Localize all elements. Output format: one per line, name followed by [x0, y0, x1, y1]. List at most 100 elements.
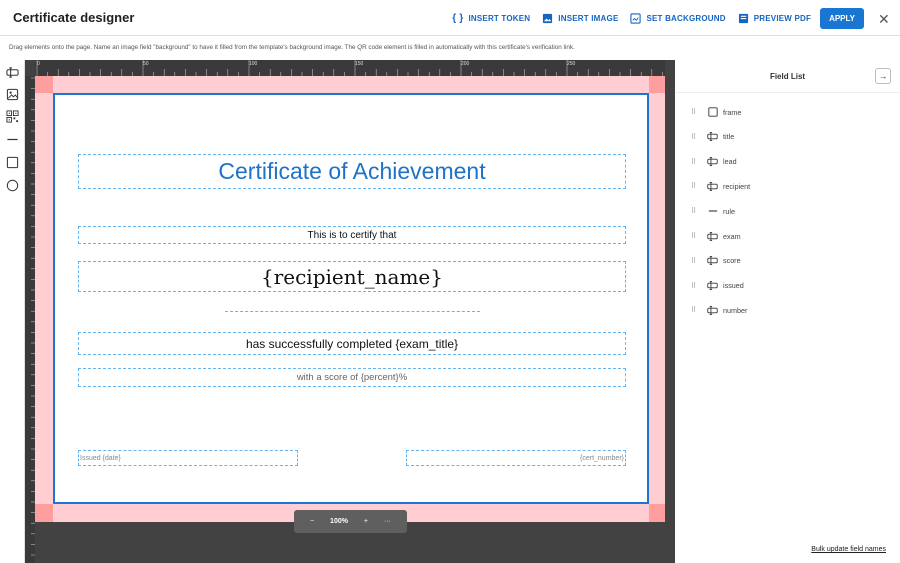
qr-code-icon [6, 110, 19, 123]
drag-handle-icon[interactable]: ⠿ [691, 133, 699, 141]
field-list-item[interactable]: ⠿ recipient [691, 179, 750, 193]
rule-element[interactable] [225, 311, 480, 313]
header-bar: Certificate designer { } INSERT TOKEN IN… [0, 0, 900, 36]
header-actions: { } INSERT TOKEN INSERT IMAGE SET BACKGR… [440, 8, 890, 29]
field-list-item-label: score [723, 256, 741, 266]
tool-qr-code[interactable] [5, 109, 20, 124]
ruler-ticks [31, 77, 35, 556]
tool-line[interactable] [5, 132, 20, 147]
exam-field[interactable]: has successfully completed {exam_title} [78, 332, 626, 355]
field-list-item-label: number [723, 305, 748, 315]
field-list-item-label: recipient [723, 181, 751, 191]
bulk-update-link[interactable]: Bulk update field names [811, 546, 886, 553]
tool-ellipse[interactable] [5, 178, 20, 193]
image-icon [543, 13, 553, 24]
number-text: {cert_number} [580, 454, 624, 462]
ellipse-icon [6, 179, 19, 192]
certificate-title: Certificate of Achievement [218, 158, 486, 184]
field-list-item[interactable]: ⠿ lead [691, 155, 737, 169]
score-text: with a score of {percent}% [296, 372, 408, 383]
ruler-label: 150 [355, 61, 364, 67]
drag-handle-icon[interactable]: ⠿ [691, 182, 699, 190]
zoom-controls: − 100% + ··· [294, 510, 407, 533]
recipient-field[interactable]: {recipient_name} [78, 261, 626, 292]
text-field-icon [707, 156, 718, 167]
zoom-out-button[interactable]: − [310, 518, 314, 525]
image-icon [6, 88, 19, 101]
rectangle-icon [6, 156, 19, 169]
field-list-item[interactable]: ⠿ score [691, 254, 741, 268]
drag-handle-icon[interactable]: ⠿ [691, 306, 699, 314]
field-list-item[interactable]: ⠿ exam [691, 229, 741, 243]
apply-button[interactable]: APPLY [820, 8, 864, 29]
text-field-icon [707, 181, 718, 192]
certificate-page: Certificate of Achievement This is to ce… [35, 76, 665, 522]
horizontal-ruler: 0 50 100 150 200 250 [35, 60, 665, 76]
field-list-header: Field List → [675, 60, 900, 93]
field-list-title: Field List [769, 72, 806, 81]
field-list-item[interactable]: ⠿ frame [691, 105, 741, 119]
line-icon [707, 206, 718, 217]
exam-text: has successfully completed {exam_title} [245, 336, 459, 351]
designer-hint: Drag elements onto the page. Name an ima… [9, 44, 575, 51]
field-list-item[interactable]: ⠿ rule [691, 204, 735, 218]
field-list-item[interactable]: ⠿ issued [691, 279, 744, 293]
text-field-icon [6, 67, 19, 78]
title-field[interactable]: Certificate of Achievement [78, 154, 626, 189]
field-list-item-label: lead [723, 157, 737, 167]
drag-handle-icon[interactable]: ⠿ [691, 282, 699, 290]
bleed-corner [35, 76, 53, 93]
issued-field[interactable]: Issued {date} [78, 450, 298, 466]
drag-handle-icon[interactable]: ⠿ [691, 108, 699, 116]
insert-image-button[interactable]: INSERT IMAGE [542, 9, 618, 29]
vertical-ruler [25, 76, 35, 563]
braces-icon: { } [452, 13, 464, 24]
tool-image[interactable] [5, 87, 20, 102]
frame-element[interactable]: Certificate of Achievement This is to ce… [53, 93, 649, 504]
ruler-label: 50 [143, 61, 149, 67]
zoom-in-button[interactable]: + [364, 518, 368, 525]
background-icon [630, 13, 642, 24]
canvas-workspace: 0 50 100 150 200 250 Certificate of Achi… [25, 60, 675, 563]
text-field-icon [707, 280, 718, 291]
tool-text-field[interactable] [5, 65, 20, 80]
insert-token-button[interactable]: { } INSERT TOKEN [452, 9, 530, 29]
field-list-item[interactable]: ⠿ title [691, 130, 734, 144]
arrow-right-icon: → [878, 71, 888, 81]
issued-text: Issued {date} [80, 454, 121, 462]
text-field-icon [707, 231, 718, 242]
set-background-button[interactable]: SET BACKGROUND [630, 9, 726, 29]
zoom-level: 100% [330, 518, 348, 525]
drag-handle-icon[interactable]: ⠿ [691, 232, 699, 240]
field-list-item-label: exam [723, 231, 741, 241]
tool-rectangle[interactable] [5, 155, 20, 170]
more-options-button[interactable]: ··· [384, 518, 391, 525]
lead-field[interactable]: This is to certify that [78, 226, 626, 244]
drag-handle-icon[interactable]: ⠿ [691, 158, 699, 166]
number-field[interactable]: {cert_number} [406, 450, 626, 466]
text-field-icon [707, 255, 718, 266]
ruler-label: 0 [37, 61, 40, 67]
drag-handle-icon[interactable]: ⠿ [691, 257, 699, 265]
recipient-name: {recipient_name} [260, 264, 443, 289]
text-field-icon [707, 131, 718, 142]
ruler-label: 100 [249, 61, 258, 67]
pdf-icon [738, 13, 748, 24]
collapse-panel-button[interactable]: → [875, 68, 891, 84]
field-list-item-label: frame [723, 107, 742, 117]
field-list-panel: Field List → ⠿ frame ⠿ title ⠿ lead ⠿ recipient… [675, 60, 900, 563]
close-icon[interactable]: ✕ [878, 12, 890, 26]
preview-pdf-button[interactable]: PREVIEW PDF [738, 9, 811, 29]
text-field-icon [707, 305, 718, 316]
score-field[interactable]: with a score of {percent}% [78, 368, 626, 387]
drag-handle-icon[interactable]: ⠿ [691, 207, 699, 215]
field-list-item[interactable]: ⠿ number [691, 303, 747, 317]
ruler-label: 250 [567, 61, 576, 67]
ruler-label: 200 [461, 61, 470, 67]
field-list-item-label: issued [723, 281, 744, 291]
bleed-corner [649, 504, 665, 522]
lead-text: This is to certify that [307, 229, 397, 241]
rectangle-icon [707, 107, 718, 118]
page-title: Certificate designer [13, 10, 135, 25]
bleed-corner [35, 504, 53, 522]
